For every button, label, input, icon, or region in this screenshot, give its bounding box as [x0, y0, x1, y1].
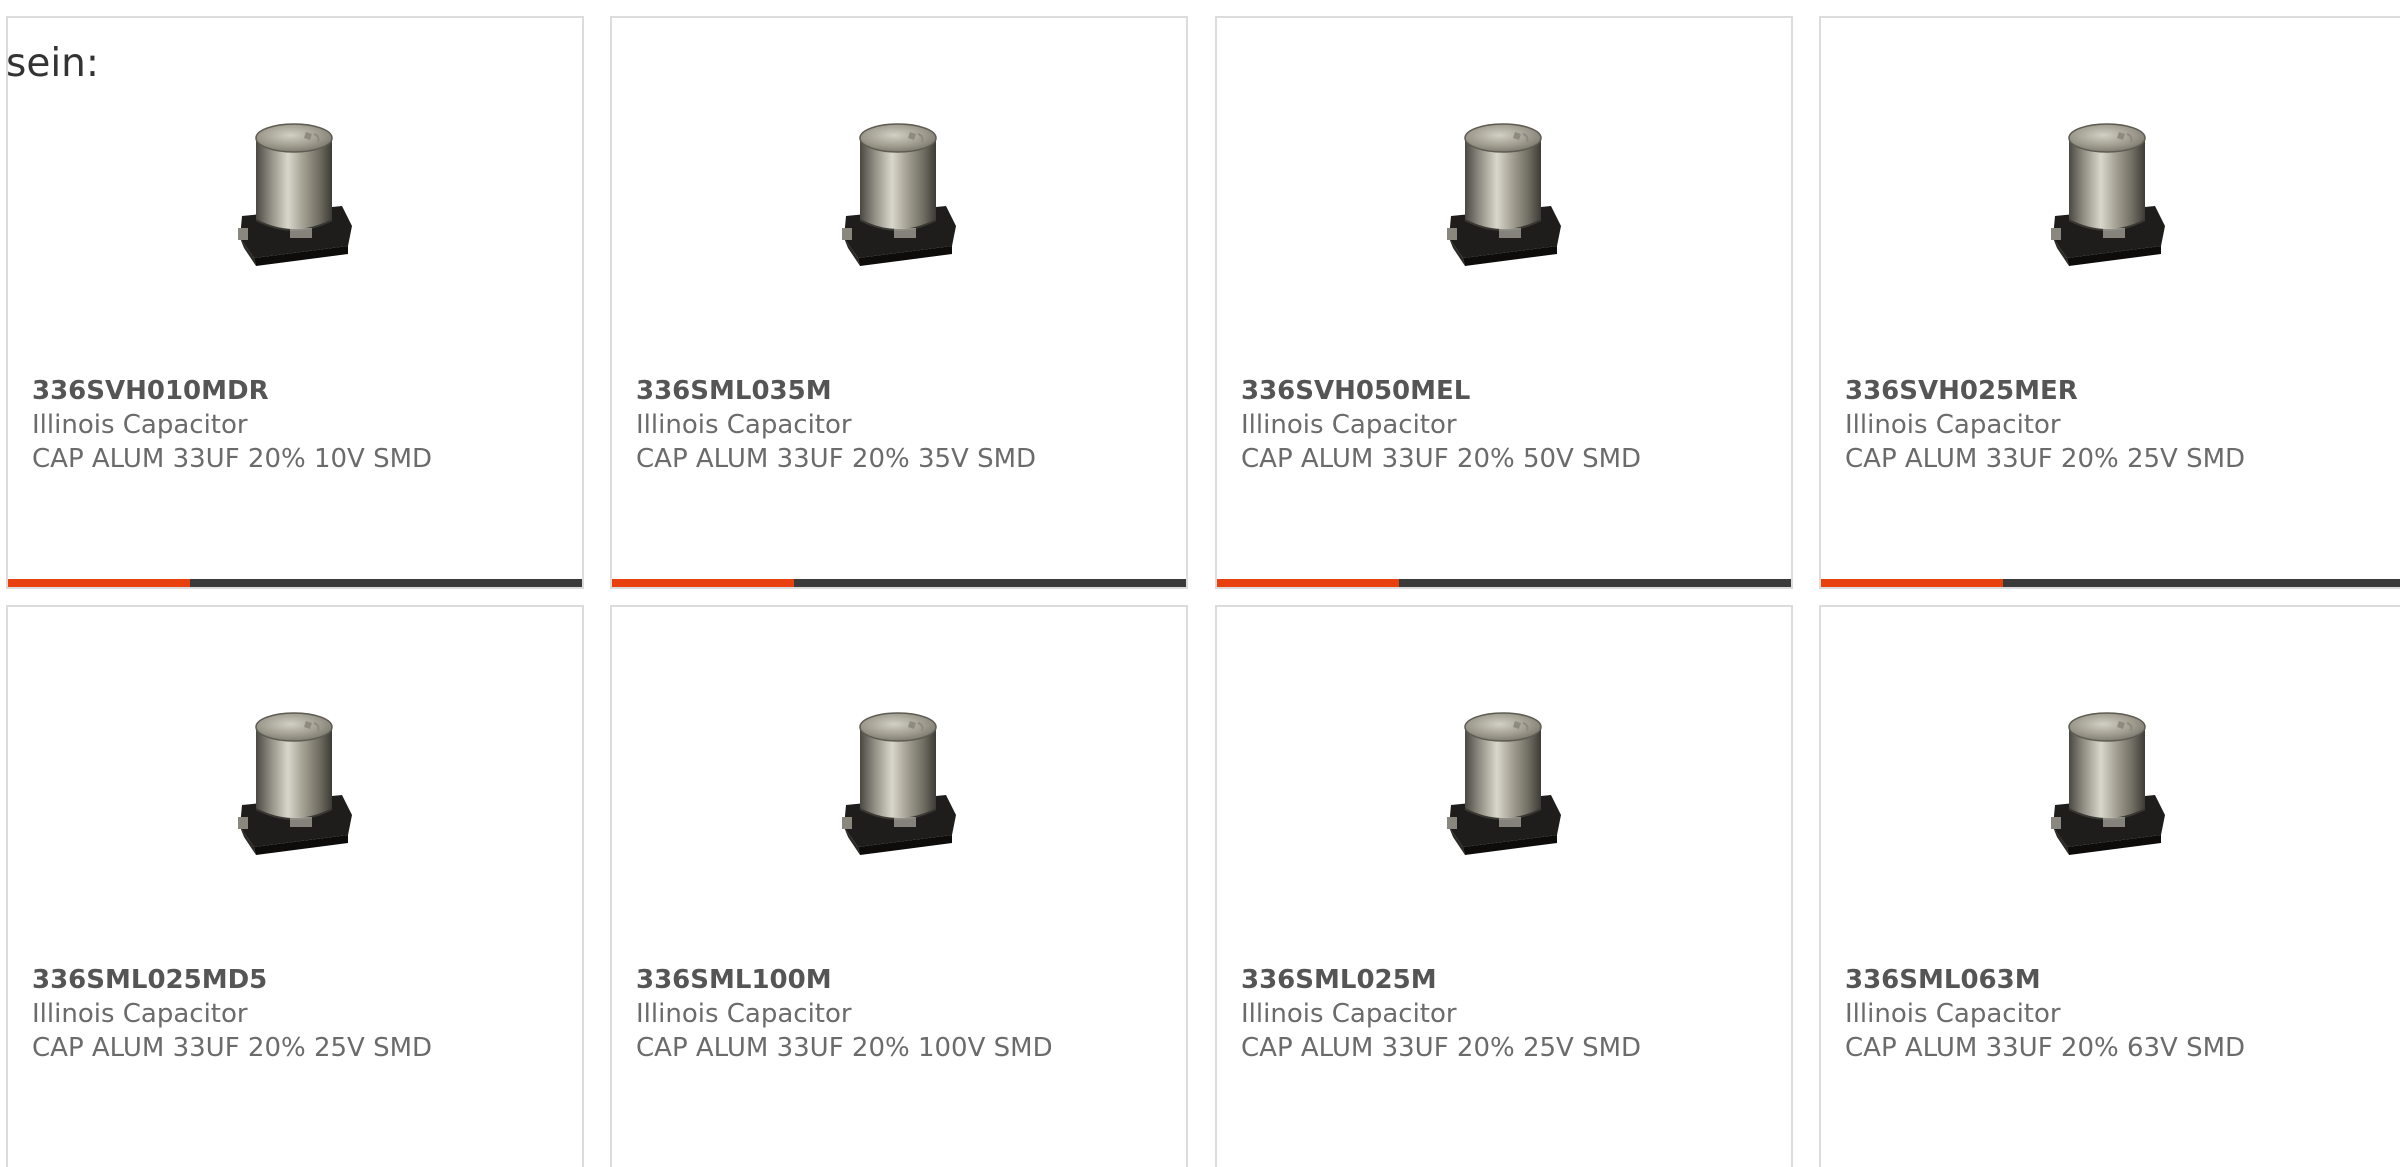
description: CAP ALUM 33UF 20% 100V SMD: [636, 1033, 1053, 1063]
product-info: 336SML063M Illinois Capacitor CAP ALUM 3…: [1845, 963, 2390, 1065]
capacitor-image: [2007, 677, 2207, 877]
product-info: 336SVH025MER Illinois Capacitor CAP ALUM…: [1845, 374, 2390, 476]
product-info: 336SML035M Illinois Capacitor CAP ALUM 3…: [636, 374, 1176, 476]
product-card[interactable]: 336SML035M Illinois Capacitor CAP ALUM 3…: [610, 16, 1188, 589]
card-accent-bar: [8, 579, 190, 587]
manufacturer: Illinois Capacitor: [1845, 410, 2061, 440]
part-number-link[interactable]: 336SML100M: [636, 963, 1176, 997]
capacitor-image: [798, 88, 998, 288]
capacitor-image: [1403, 677, 1603, 877]
manufacturer: Illinois Capacitor: [1241, 410, 1457, 440]
card-footer-bar: [612, 579, 1186, 587]
description: CAP ALUM 33UF 20% 50V SMD: [1241, 444, 1642, 474]
capacitor-image: [1403, 88, 1603, 288]
description: CAP ALUM 33UF 20% 35V SMD: [636, 444, 1037, 474]
capacitor-image: [194, 88, 394, 288]
description: CAP ALUM 33UF 20% 25V SMD: [32, 1033, 433, 1063]
product-card[interactable]: 336SML063M Illinois Capacitor CAP ALUM 3…: [1819, 605, 2400, 1167]
capacitor-image: [798, 677, 998, 877]
part-number-link[interactable]: 336SVH010MDR: [32, 374, 572, 408]
card-accent-bar: [1821, 579, 2003, 587]
part-number-link[interactable]: 336SML063M: [1845, 963, 2390, 997]
manufacturer: Illinois Capacitor: [636, 410, 852, 440]
card-footer-bar: [1821, 579, 2400, 587]
product-card[interactable]: 336SVH010MDR Illinois Capacitor CAP ALUM…: [6, 16, 584, 589]
manufacturer: Illinois Capacitor: [32, 999, 248, 1029]
product-card[interactable]: 336SML100M Illinois Capacitor CAP ALUM 3…: [610, 605, 1188, 1167]
part-number-link[interactable]: 336SVH025MER: [1845, 374, 2390, 408]
product-info: 336SML100M Illinois Capacitor CAP ALUM 3…: [636, 963, 1176, 1065]
description: CAP ALUM 33UF 20% 63V SMD: [1845, 1033, 2246, 1063]
product-grid: 336SVH010MDR Illinois Capacitor CAP ALUM…: [0, 0, 2400, 1167]
product-card[interactable]: 336SML025MD5 Illinois Capacitor CAP ALUM…: [6, 605, 584, 1167]
product-card[interactable]: 336SVH025MER Illinois Capacitor CAP ALUM…: [1819, 16, 2400, 589]
page: 336SVH010MDR Illinois Capacitor CAP ALUM…: [0, 0, 2400, 1167]
part-number-link[interactable]: 336SML025MD5: [32, 963, 572, 997]
product-card[interactable]: 336SML025M Illinois Capacitor CAP ALUM 3…: [1215, 605, 1793, 1167]
manufacturer: Illinois Capacitor: [1241, 999, 1457, 1029]
part-number-link[interactable]: 336SML035M: [636, 374, 1176, 408]
product-info: 336SML025MD5 Illinois Capacitor CAP ALUM…: [32, 963, 572, 1065]
card-footer-bar: [8, 579, 582, 587]
card-accent-bar: [1217, 579, 1399, 587]
product-info: 336SVH010MDR Illinois Capacitor CAP ALUM…: [32, 374, 572, 476]
intro-text: sein:: [6, 41, 100, 86]
capacitor-image: [2007, 88, 2207, 288]
part-number-link[interactable]: 336SVH050MEL: [1241, 374, 1781, 408]
capacitor-image: [194, 677, 394, 877]
product-info: 336SVH050MEL Illinois Capacitor CAP ALUM…: [1241, 374, 1781, 476]
manufacturer: Illinois Capacitor: [636, 999, 852, 1029]
manufacturer: Illinois Capacitor: [32, 410, 248, 440]
description: CAP ALUM 33UF 20% 25V SMD: [1845, 444, 2246, 474]
product-info: 336SML025M Illinois Capacitor CAP ALUM 3…: [1241, 963, 1781, 1065]
description: CAP ALUM 33UF 20% 25V SMD: [1241, 1033, 1642, 1063]
description: CAP ALUM 33UF 20% 10V SMD: [32, 444, 433, 474]
card-accent-bar: [612, 579, 794, 587]
part-number-link[interactable]: 336SML025M: [1241, 963, 1781, 997]
product-card[interactable]: 336SVH050MEL Illinois Capacitor CAP ALUM…: [1215, 16, 1793, 589]
card-footer-bar: [1217, 579, 1791, 587]
manufacturer: Illinois Capacitor: [1845, 999, 2061, 1029]
